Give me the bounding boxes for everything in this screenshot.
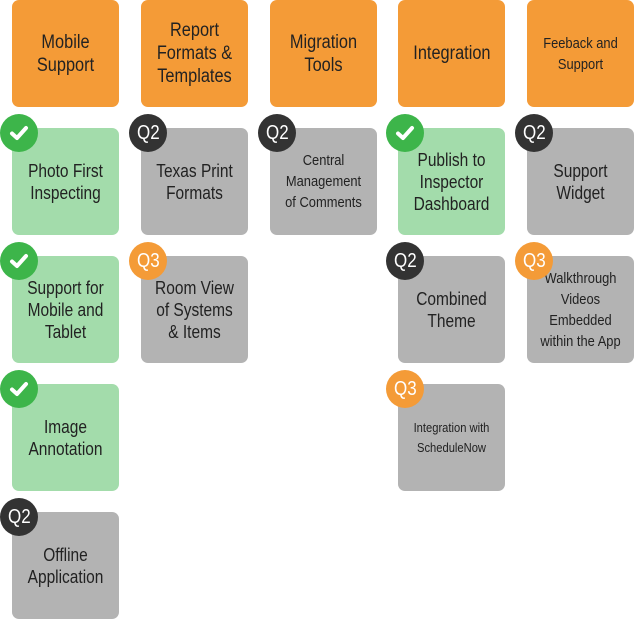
quarter-label: Q2	[7, 505, 31, 528]
quarter-badge: Q2	[129, 114, 167, 152]
check-icon	[0, 370, 38, 408]
quarter-badge: Q2	[0, 498, 38, 536]
card-label: Walkthrough Videos Embedded within the A…	[540, 269, 621, 350]
quarter-badge: Q3	[515, 242, 553, 280]
quarter-label: Q3	[522, 249, 546, 272]
quarter-badge: Q2	[386, 242, 424, 280]
quarter-label: Q2	[393, 249, 417, 272]
column-title: Integration	[412, 43, 491, 64]
quarter-badge: Q3	[386, 370, 424, 408]
card-label: Publish to Inspector Dashboard	[413, 149, 490, 214]
card-label: Support for Mobile and Tablet	[27, 277, 104, 342]
card-label: Support Widget	[553, 160, 608, 203]
column-header: Mobile Support	[12, 0, 119, 107]
column-title: Report Formats & Templates	[156, 20, 233, 87]
column-title: Feeback and Support	[543, 34, 618, 73]
quarter-badge: Q2	[258, 114, 296, 152]
quarter-badge: Q2	[515, 114, 553, 152]
column-header: Migration Tools	[270, 0, 377, 107]
check-icon	[0, 114, 38, 152]
card-label: Combined Theme	[416, 288, 487, 331]
column-header: Integration	[398, 0, 505, 107]
quarter-label: Q2	[522, 121, 546, 144]
column-title: Migration Tools	[289, 31, 358, 76]
card-label: Photo First Inspecting	[28, 160, 103, 203]
card-label: Integration with ScheduleNow	[413, 419, 490, 455]
card-label: Image Annotation	[28, 416, 103, 459]
card-label: Texas Print Formats	[156, 160, 233, 203]
column-header: Report Formats & Templates	[141, 0, 248, 107]
quarter-label: Q3	[393, 377, 417, 400]
quarter-badge: Q3	[129, 242, 167, 280]
column-header: Feeback and Support	[527, 0, 634, 107]
quarter-label: Q2	[265, 121, 289, 144]
quarter-label: Q3	[136, 249, 160, 272]
card-label: Room View of Systems & Items	[155, 277, 234, 342]
check-icon	[386, 114, 424, 152]
card-label: Offline Application	[27, 544, 104, 587]
check-icon	[0, 242, 38, 280]
quarter-label: Q2	[136, 121, 160, 144]
column-title: Mobile Support	[36, 31, 95, 76]
card-label: Central Management of Comments	[285, 152, 362, 211]
